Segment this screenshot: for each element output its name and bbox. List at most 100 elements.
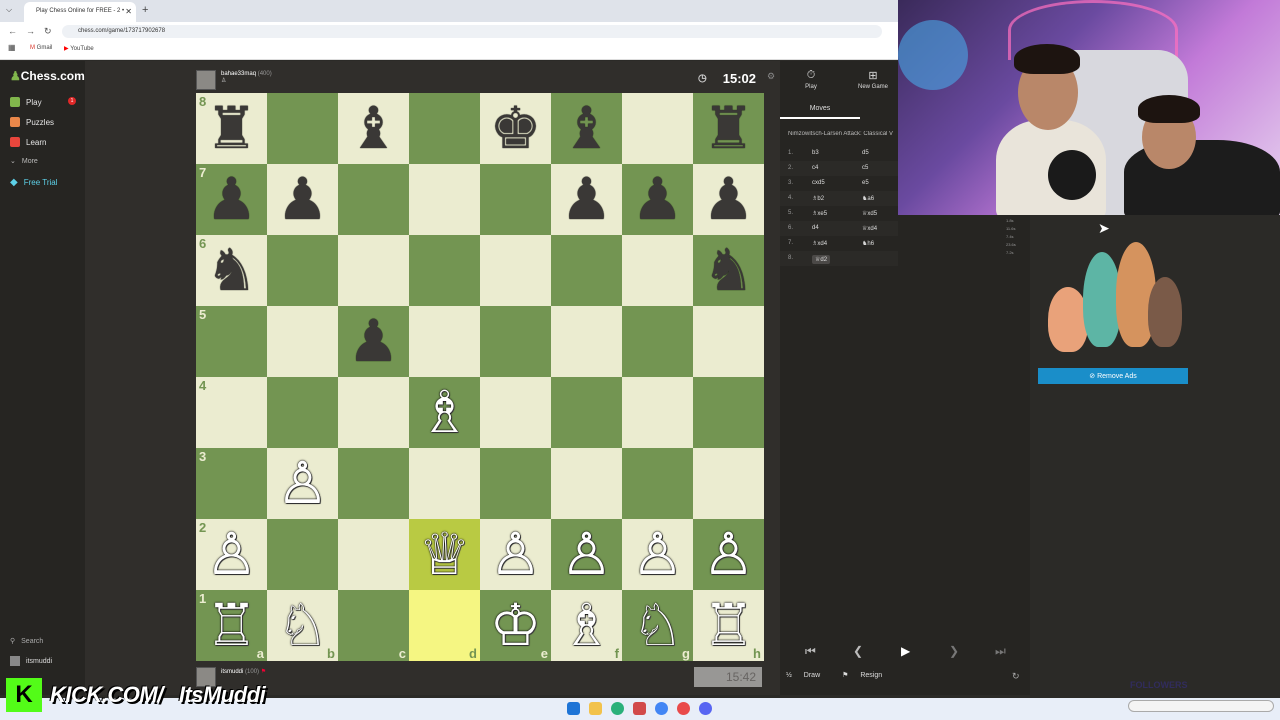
white-move[interactable]: cxd5 xyxy=(812,180,825,186)
white-move[interactable]: c4 xyxy=(812,165,818,171)
square-h8[interactable]: ♜ xyxy=(693,93,764,164)
square-d1[interactable]: d xyxy=(409,590,480,661)
settings-gear-icon[interactable]: ⚙ xyxy=(767,71,775,82)
flip-board-icon[interactable]: ↻ xyxy=(1012,671,1020,682)
white-piece-icon[interactable]: ♗ xyxy=(561,596,613,655)
first-move-icon[interactable]: ⏮ xyxy=(805,644,816,659)
square-a4[interactable]: 4 xyxy=(196,377,267,448)
square-c4[interactable] xyxy=(338,377,409,448)
chesscom-logo[interactable]: ♟Chess.com xyxy=(10,69,85,83)
black-piece-icon[interactable]: ♜ xyxy=(703,99,755,158)
black-piece-icon[interactable]: ♟ xyxy=(348,312,400,371)
new-tab-icon[interactable]: + xyxy=(142,4,148,16)
square-c1[interactable]: c xyxy=(338,590,409,661)
square-b7[interactable]: ♟ xyxy=(267,164,338,235)
sidebar-profile[interactable]: itsmuddi xyxy=(10,656,52,666)
black-move[interactable]: ♞a6 xyxy=(862,195,874,202)
white-piece-icon[interactable]: ♕ xyxy=(419,525,471,584)
remove-ads-button[interactable]: ⊘ Remove Ads xyxy=(1038,368,1188,384)
apps-icon[interactable]: ▦ xyxy=(8,43,16,52)
square-h3[interactable] xyxy=(693,448,764,519)
square-a1[interactable]: 1 a ♖ xyxy=(196,590,267,661)
square-f3[interactable] xyxy=(551,448,622,519)
sidebar-item-puzzles[interactable]: Puzzles xyxy=(10,117,54,127)
black-move[interactable]: ♕xd5 xyxy=(862,210,877,217)
square-c6[interactable] xyxy=(338,235,409,306)
square-f7[interactable]: ♟ xyxy=(551,164,622,235)
black-piece-icon[interactable]: ♟ xyxy=(561,170,613,229)
black-piece-icon[interactable]: ♝ xyxy=(561,99,613,158)
square-b1[interactable]: b ♘ xyxy=(267,590,338,661)
start-icon[interactable] xyxy=(567,702,580,715)
square-f4[interactable] xyxy=(551,377,622,448)
square-c2[interactable] xyxy=(338,519,409,590)
square-c8[interactable]: ♝ xyxy=(338,93,409,164)
white-move[interactable]: ♕d2 xyxy=(812,255,831,264)
next-move-icon[interactable]: ❯ xyxy=(949,644,959,658)
white-piece-icon[interactable]: ♘ xyxy=(632,596,684,655)
square-a2[interactable]: 2 ♙ xyxy=(196,519,267,590)
square-h5[interactable] xyxy=(693,306,764,377)
last-move-icon[interactable]: ⏭ xyxy=(995,644,1006,659)
white-piece-icon[interactable]: ♖ xyxy=(206,596,258,655)
square-a3[interactable]: 3 xyxy=(196,448,267,519)
square-b4[interactable] xyxy=(267,377,338,448)
square-f2[interactable]: ♙ xyxy=(551,519,622,590)
close-tab-icon[interactable]: ✕ xyxy=(125,7,132,16)
system-tray[interactable] xyxy=(1128,700,1274,712)
square-g4[interactable] xyxy=(622,377,693,448)
square-d3[interactable] xyxy=(409,448,480,519)
app-icon[interactable] xyxy=(633,702,646,715)
white-piece-icon[interactable]: ♙ xyxy=(490,525,542,584)
reload-icon[interactable]: ↻ xyxy=(44,26,52,37)
black-move[interactable]: c5 xyxy=(862,165,868,171)
square-h1[interactable]: h ♖ xyxy=(693,590,764,661)
white-move[interactable]: d4 xyxy=(812,225,819,231)
white-piece-icon[interactable]: ♖ xyxy=(703,596,755,655)
square-c5[interactable]: ♟ xyxy=(338,306,409,377)
black-piece-icon[interactable]: ♟ xyxy=(277,170,329,229)
url-input[interactable]: chess.com/game/173717902678 xyxy=(62,25,882,38)
file-explorer-icon[interactable] xyxy=(589,702,602,715)
square-b8[interactable] xyxy=(267,93,338,164)
square-e2[interactable]: ♙ xyxy=(480,519,551,590)
white-piece-icon[interactable]: ♙ xyxy=(277,454,329,513)
square-f8[interactable]: ♝ xyxy=(551,93,622,164)
square-d7[interactable] xyxy=(409,164,480,235)
draw-button[interactable]: ½ Draw xyxy=(786,672,830,679)
square-d2[interactable]: ♕ xyxy=(409,519,480,590)
square-a6[interactable]: 6 ♞ xyxy=(196,235,267,306)
square-e1[interactable]: e ♔ xyxy=(480,590,551,661)
square-b5[interactable] xyxy=(267,306,338,377)
square-g2[interactable]: ♙ xyxy=(622,519,693,590)
square-a5[interactable]: 5 xyxy=(196,306,267,377)
back-icon[interactable]: ← xyxy=(8,26,17,36)
square-d6[interactable] xyxy=(409,235,480,306)
white-piece-icon[interactable]: ♔ xyxy=(490,596,542,655)
chrome-icon[interactable] xyxy=(677,702,690,715)
square-h7[interactable]: ♟ xyxy=(693,164,764,235)
square-e7[interactable] xyxy=(480,164,551,235)
black-piece-icon[interactable]: ♟ xyxy=(632,170,684,229)
square-e8[interactable]: ♚ xyxy=(480,93,551,164)
black-move[interactable]: e5 xyxy=(862,180,869,186)
black-piece-icon[interactable]: ♝ xyxy=(348,99,400,158)
square-e3[interactable] xyxy=(480,448,551,519)
square-e5[interactable] xyxy=(480,306,551,377)
square-g1[interactable]: g ♘ xyxy=(622,590,693,661)
white-move[interactable]: b3 xyxy=(812,150,819,156)
tab-list-icon[interactable]: ⌵ xyxy=(6,5,12,15)
white-piece-icon[interactable]: ♗ xyxy=(419,383,471,442)
square-c7[interactable] xyxy=(338,164,409,235)
square-e4[interactable] xyxy=(480,377,551,448)
square-g3[interactable] xyxy=(622,448,693,519)
sidebar-item-free-trial[interactable]: ◆ Free Trial xyxy=(10,177,58,188)
bookmark-youtube[interactable]: ▶ YouTube xyxy=(64,45,94,52)
white-piece-icon[interactable]: ♙ xyxy=(703,525,755,584)
tab-moves[interactable]: Moves xyxy=(780,99,860,119)
square-g6[interactable] xyxy=(622,235,693,306)
square-g8[interactable] xyxy=(622,93,693,164)
play-moves-icon[interactable]: ▶ xyxy=(901,644,910,658)
sidebar-item-learn[interactable]: Learn xyxy=(10,137,46,147)
square-c3[interactable] xyxy=(338,448,409,519)
